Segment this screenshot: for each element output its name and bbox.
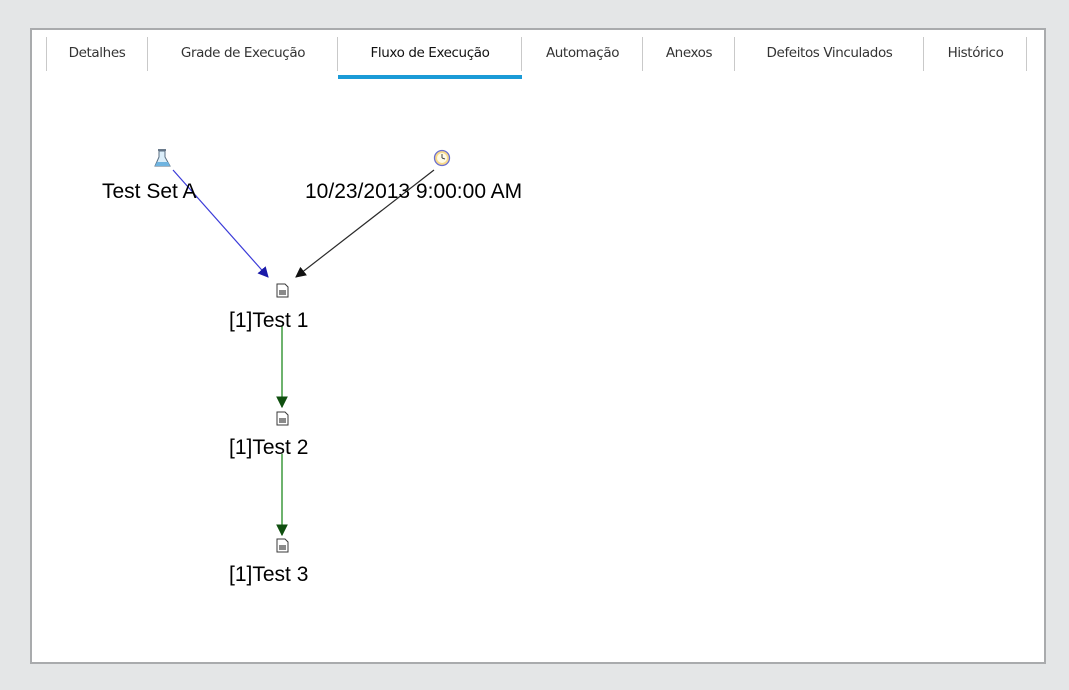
test-1-document-icon[interactable] (276, 283, 289, 298)
test-set-node-label[interactable]: Test Set A (102, 181, 197, 202)
execution-flow-diagram (154, 149, 451, 553)
clock-icon[interactable] (433, 149, 451, 167)
test-2-document-icon[interactable] (276, 411, 289, 426)
test-3-label[interactable]: [1]Test 3 (229, 564, 308, 585)
execution-flow-panel: Detalhes Grade de Execução Fluxo de Exec… (30, 28, 1046, 664)
test-1-label[interactable]: [1]Test 1 (229, 310, 308, 331)
test-set-flask-icon[interactable] (154, 149, 171, 167)
time-dependency-label[interactable]: 10/23/2013 9:00:00 AM (305, 181, 522, 202)
test-3-document-icon[interactable] (276, 538, 289, 553)
test-2-label[interactable]: [1]Test 2 (229, 437, 308, 458)
